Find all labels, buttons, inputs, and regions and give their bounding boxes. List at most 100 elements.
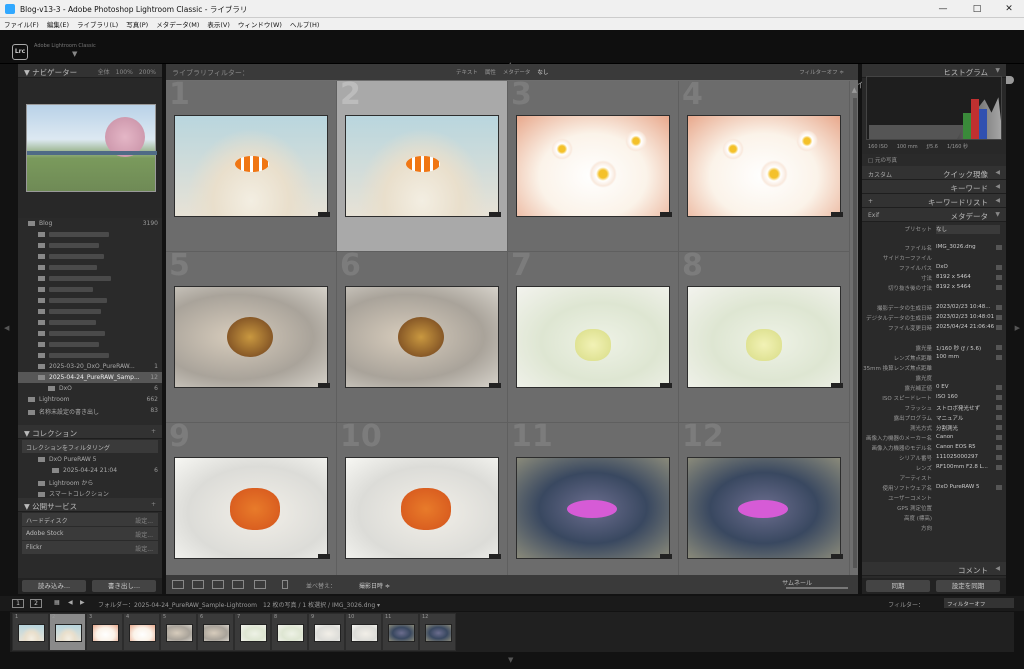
quick-develop-header[interactable]: カスタム クイック現像 ◀	[862, 166, 1006, 180]
grid-cell[interactable]: 9	[166, 419, 337, 594]
filter-text[interactable]: テキスト	[456, 70, 478, 76]
edit-badge-icon[interactable]	[660, 554, 672, 559]
publish-settings-button[interactable]: 設定...	[135, 530, 153, 539]
folder-item[interactable]: Blog 3190	[18, 218, 162, 229]
metadata-action-icon[interactable]	[996, 405, 1002, 410]
filmstrip-cell[interactable]: 4	[123, 613, 160, 651]
sort-select[interactable]: 撮影日時 ≑	[359, 581, 390, 590]
export-button[interactable]: 書き出し...	[92, 580, 156, 592]
back-arrow-icon[interactable]: ◀	[68, 599, 73, 606]
metadata-action-icon[interactable]	[996, 455, 1002, 460]
photo-thumbnail[interactable]	[174, 286, 328, 388]
original-photo-checkbox[interactable]: □ 元の写真	[862, 154, 1006, 166]
metadata-header[interactable]: Exif メタデータ ▼	[862, 208, 1006, 222]
photo-thumbnail[interactable]	[174, 115, 328, 217]
maximize-button[interactable]: □	[962, 2, 992, 16]
histogram-graph[interactable]	[866, 76, 1002, 140]
edit-badge-icon[interactable]	[489, 554, 501, 559]
keywording-header[interactable]: キーワード ◀	[862, 180, 1006, 194]
grid-cell[interactable]: 7	[508, 248, 679, 423]
metadata-action-icon[interactable]	[996, 465, 1002, 470]
photo-thumbnail[interactable]	[516, 286, 670, 388]
folder-item[interactable]	[18, 350, 162, 361]
close-button[interactable]: ✕	[994, 2, 1024, 16]
import-button[interactable]: 読み込み...	[22, 580, 86, 592]
collection-item[interactable]: DxO PureRAW 5	[18, 454, 162, 465]
folder-item[interactable]	[18, 273, 162, 284]
photo-thumbnail[interactable]	[687, 457, 841, 559]
menu-file[interactable]: ファイル(F)	[0, 18, 43, 30]
publish-header[interactable]: ▼ 公開サービス +	[18, 498, 162, 512]
photo-thumbnail[interactable]	[687, 286, 841, 388]
metadata-action-icon[interactable]	[996, 355, 1002, 360]
menu-edit[interactable]: 編集(E)	[43, 18, 73, 30]
scroll-up-icon[interactable]: ▲	[852, 86, 857, 94]
edit-badge-icon[interactable]	[489, 383, 501, 388]
folder-item[interactable]	[18, 317, 162, 328]
add-publish-icon[interactable]: +	[151, 501, 156, 508]
photo-thumbnail[interactable]	[345, 457, 499, 559]
metadata-value[interactable]: 0 EV	[936, 384, 1000, 390]
compare-view-icon[interactable]	[212, 580, 224, 589]
grid-cell[interactable]: 8	[679, 248, 850, 423]
filmstrip-cell[interactable]: 3	[86, 613, 123, 651]
metadata-value[interactable]: マニュアル	[936, 414, 1000, 422]
metadata-value[interactable]: RF100mm F2.8 L...	[936, 464, 1000, 470]
people-view-icon[interactable]	[254, 580, 266, 589]
grid-cell[interactable]: 11	[508, 419, 679, 594]
filmstrip-thumbnail[interactable]	[277, 624, 304, 642]
metadata-value[interactable]: 2023/02/23 10:48:01	[936, 314, 1000, 320]
metadata-action-icon[interactable]	[996, 395, 1002, 400]
filmstrip-cell[interactable]: 5	[160, 613, 197, 651]
filmstrip-thumbnail[interactable]	[314, 624, 341, 642]
edit-badge-icon[interactable]	[660, 212, 672, 217]
folder-item[interactable]	[18, 251, 162, 262]
publish-settings-button[interactable]: 設定...	[135, 544, 153, 553]
photo-thumbnail[interactable]	[345, 286, 499, 388]
edit-badge-icon[interactable]	[831, 212, 843, 217]
menu-window[interactable]: ウィンドウ(W)	[234, 18, 286, 30]
filter-attribute[interactable]: 属性	[485, 70, 496, 76]
grid-scrollbar[interactable]	[853, 98, 857, 568]
survey-view-icon[interactable]	[232, 580, 244, 589]
filmstrip-thumbnail[interactable]	[55, 624, 82, 642]
grid-cell[interactable]: 2	[337, 77, 508, 252]
metadata-preset-value[interactable]: なし	[936, 225, 1000, 234]
grid-cell[interactable]: 1	[166, 77, 337, 252]
folder-item[interactable]	[18, 295, 162, 306]
grid-icon[interactable]: ▦	[54, 599, 60, 606]
filmstrip-thumbnail[interactable]	[203, 624, 230, 642]
folder-item[interactable]	[18, 328, 162, 339]
sync-button[interactable]: 同期	[866, 580, 930, 592]
filmstrip-cell[interactable]: 2	[49, 613, 86, 651]
metadata-value[interactable]: 2023/02/23 10:48...	[936, 304, 1000, 310]
metadata-action-icon[interactable]	[996, 275, 1002, 280]
metadata-action-icon[interactable]	[996, 265, 1002, 270]
metadata-action-icon[interactable]	[996, 435, 1002, 440]
filmstrip-path[interactable]: フォルダー：2025-04-24_PureRAW_Sample-Lightroo…	[98, 600, 380, 609]
navigator-header[interactable]: ▼ ナビゲーター 全体 100% 200%	[18, 64, 162, 78]
metadata-value[interactable]: ISO 160	[936, 394, 1000, 400]
photo-thumbnail[interactable]	[516, 457, 670, 559]
collections-header[interactable]: ▼ コレクション +	[18, 425, 162, 439]
metadata-action-icon[interactable]	[996, 315, 1002, 320]
metadata-value[interactable]: 1/160 秒 (ƒ / 5.6)	[936, 344, 1000, 352]
filter-metadata[interactable]: メタデータ	[503, 70, 531, 76]
edit-badge-icon[interactable]	[318, 212, 330, 217]
menu-view[interactable]: 表示(V)	[203, 18, 234, 30]
filmstrip-cell[interactable]: 6	[197, 613, 234, 651]
metadata-value[interactable]: IMG_3026.dng	[936, 244, 1000, 250]
keyword-list-header[interactable]: + キーワードリスト ◀	[862, 194, 1006, 208]
filmstrip-thumbnail[interactable]	[388, 624, 415, 642]
metadata-value[interactable]: ストロボ発光せず	[936, 404, 1000, 412]
chevron-down-icon[interactable]: ▼	[72, 50, 77, 58]
filmstrip-cell[interactable]: 12	[419, 613, 456, 651]
metadata-value[interactable]: 8192 x 5464	[936, 284, 1000, 290]
metadata-action-icon[interactable]	[996, 305, 1002, 310]
filmstrip-thumbnail[interactable]	[92, 624, 119, 642]
photo-thumbnail[interactable]	[345, 115, 499, 217]
metadata-action-icon[interactable]	[996, 325, 1002, 330]
grid-cell[interactable]: 4	[679, 77, 850, 252]
filmstrip-cell[interactable]: 11	[382, 613, 419, 651]
add-keyword-icon[interactable]: +	[868, 198, 873, 205]
